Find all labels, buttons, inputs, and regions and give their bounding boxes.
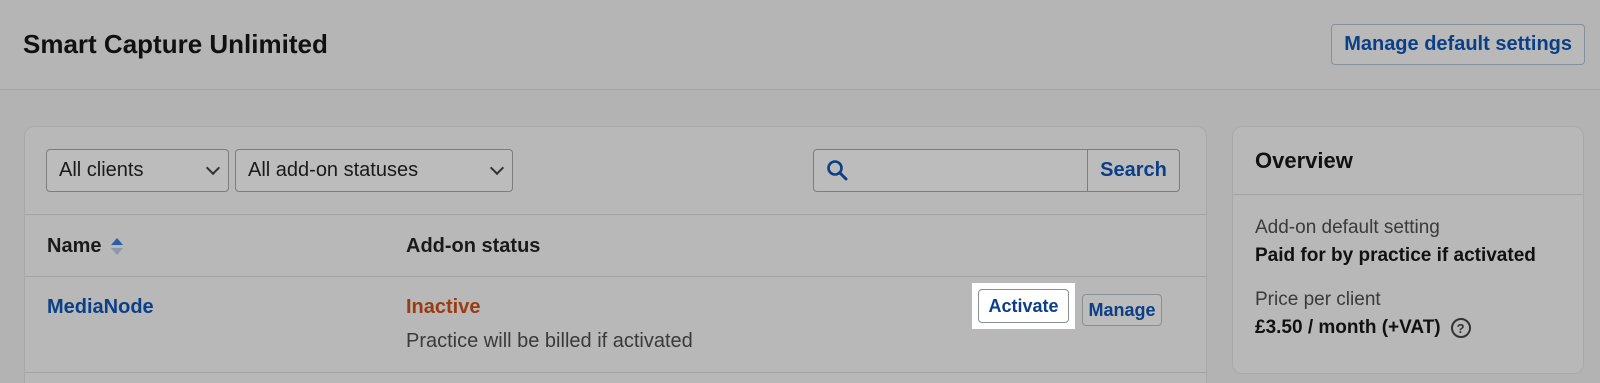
manage-default-settings-button[interactable]: Manage default settings [1331, 24, 1585, 65]
client-name-link[interactable]: MediaNode [47, 296, 154, 319]
status-select-value: All add-on statuses [248, 159, 419, 181]
price-label: Price per client [1255, 289, 1381, 310]
table-row: MediaNode Inactive Practice will be bill… [25, 278, 1206, 373]
page-header: Smart Capture Unlimited Manage default s… [0, 0, 1600, 90]
default-setting-value: Paid for by practice if activated [1255, 245, 1536, 266]
search-input[interactable] [814, 150, 1087, 191]
chevron-down-icon [205, 160, 221, 176]
manage-button[interactable]: Manage [1082, 294, 1162, 326]
price-value: £3.50 / month (+VAT) [1255, 317, 1441, 338]
search-button[interactable]: Search [1087, 150, 1179, 191]
divider [1233, 194, 1583, 195]
column-header-status: Add-on status [406, 235, 541, 257]
status-badge: Inactive [406, 296, 481, 318]
column-header-name[interactable]: Name [47, 235, 124, 258]
page-title: Smart Capture Unlimited [23, 29, 328, 59]
chevron-down-icon [489, 160, 505, 176]
table-header: Name Add-on status [25, 215, 1206, 277]
activate-highlight: Activate [972, 283, 1075, 329]
search-icon [827, 160, 848, 181]
clients-select[interactable]: All clients [46, 149, 229, 192]
help-icon[interactable]: ? [1450, 318, 1471, 338]
overview-card: Overview Add-on default setting Paid for… [1232, 126, 1584, 374]
overview-title: Overview [1255, 148, 1353, 173]
sort-ascending-icon[interactable] [111, 237, 124, 256]
search-group: Search [813, 149, 1180, 192]
clients-select-value: All clients [59, 159, 144, 181]
clients-card: All clients All add-on statuses Search N… [24, 126, 1207, 383]
status-note: Practice will be billed if activated [406, 330, 693, 352]
price-row: £3.50 / month (+VAT) ? [1255, 317, 1471, 339]
filter-bar: All clients All add-on statuses Search [25, 127, 1206, 215]
default-setting-label: Add-on default setting [1255, 217, 1440, 238]
activate-button[interactable]: Activate [978, 289, 1069, 323]
status-select[interactable]: All add-on statuses [235, 149, 513, 192]
column-header-name-label: Name [47, 235, 102, 257]
